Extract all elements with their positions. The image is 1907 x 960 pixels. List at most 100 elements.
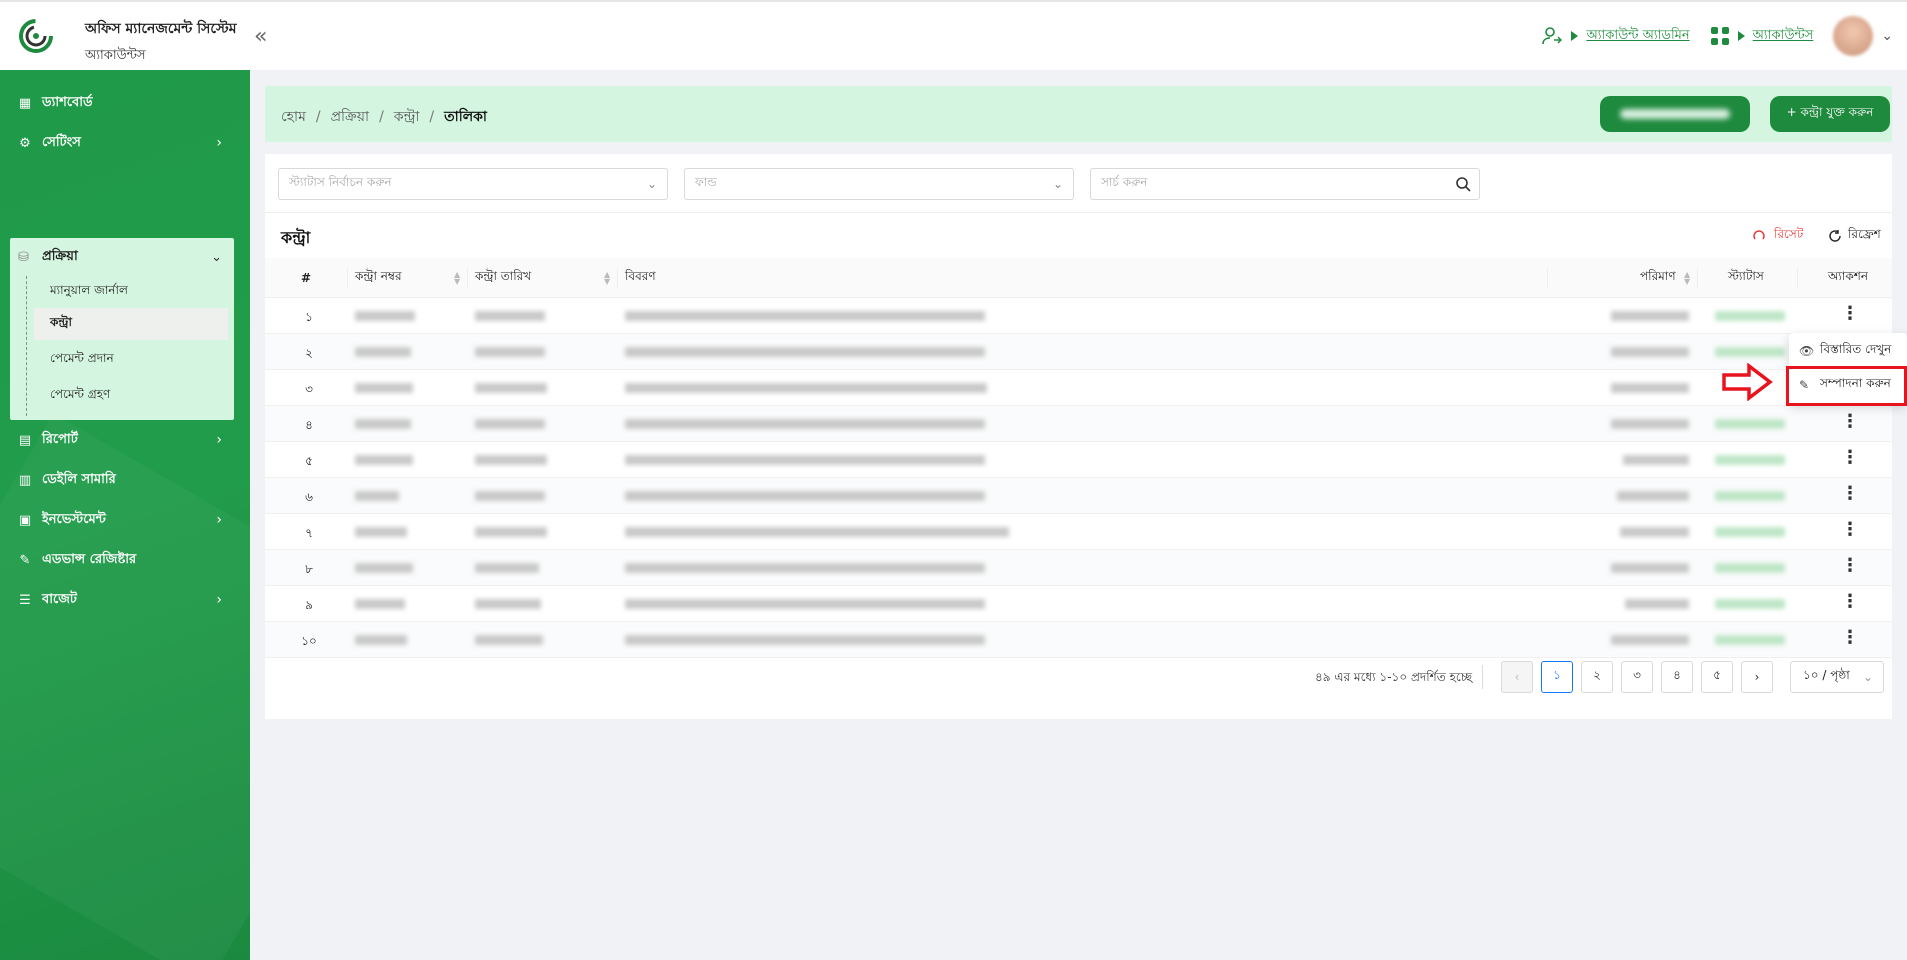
reset-icon bbox=[1753, 230, 1765, 240]
sort-icon[interactable]: ▲ ▼ bbox=[598, 258, 610, 298]
col-divider bbox=[467, 268, 468, 288]
search-input[interactable]: সার্চ করুন bbox=[1090, 168, 1480, 200]
dashboard-icon: ▦ bbox=[18, 95, 32, 111]
redacted-date bbox=[475, 635, 543, 645]
sort-icon[interactable]: ▲ ▼ bbox=[1678, 258, 1690, 298]
more-actions-icon[interactable]: ⋮ bbox=[1841, 521, 1859, 539]
redacted-amount bbox=[1611, 563, 1689, 573]
investment-icon: ▣ bbox=[18, 512, 32, 528]
table-row: ২ bbox=[265, 334, 1892, 370]
redacted-contra-number bbox=[355, 599, 405, 609]
table-header: # কন্ট্রা নম্বর ▲ ▼ কন্ট্রা তারিখ ▲ ▼ বিবর… bbox=[265, 258, 1892, 298]
breadcrumb-home[interactable]: হোম bbox=[281, 109, 306, 125]
fund-select[interactable]: ফান্ড ⌄ bbox=[684, 168, 1074, 200]
redacted-description bbox=[625, 599, 985, 609]
col-description: বিবরণ bbox=[625, 269, 656, 283]
more-actions-icon[interactable]: ⋮ bbox=[1841, 593, 1859, 611]
status-select[interactable]: স্ট্যাটাস নির্বাচন করুন ⌄ bbox=[278, 168, 668, 200]
pointer-arrow-icon bbox=[1722, 363, 1773, 401]
sidebar-subitem-payment-made[interactable]: পেমেন্ট প্রদান bbox=[34, 344, 228, 376]
redacted-date bbox=[475, 599, 541, 609]
collapse-sidebar-icon[interactable]: « bbox=[254, 24, 267, 49]
more-actions-icon[interactable]: ⋮ bbox=[1841, 485, 1859, 503]
sidebar-item-advance-register[interactable]: ✎ এডভান্স রেজিষ্টার bbox=[0, 540, 250, 580]
chevron-down-icon: ⌄ bbox=[646, 177, 657, 191]
sidebar-item-investment[interactable]: ▣ ইনভেস্টমেন্ট › bbox=[0, 500, 250, 540]
more-actions-icon[interactable]: ⋮ bbox=[1841, 629, 1859, 647]
redacted-status bbox=[1715, 635, 1785, 645]
redacted-status bbox=[1715, 563, 1785, 573]
page-button[interactable]: ৪ bbox=[1661, 661, 1693, 693]
redacted-date bbox=[475, 383, 547, 393]
more-actions-icon[interactable]: ⋮ bbox=[1841, 305, 1859, 323]
sidebar-subitem-manual-journal[interactable]: ম্যানুয়াল জার্নাল bbox=[34, 276, 228, 308]
table-row: ৫ ⋮ bbox=[265, 442, 1892, 478]
more-actions-icon[interactable]: ⋮ bbox=[1841, 557, 1859, 575]
account-admin-label: অ্যাকাউন্ট অ্যাডমিন bbox=[1586, 27, 1690, 43]
search-icon[interactable] bbox=[1455, 176, 1471, 192]
reset-button[interactable]: রিসেট bbox=[1752, 226, 1803, 246]
redacted-amount bbox=[1611, 635, 1689, 645]
sidebar-subitem-payment-received[interactable]: পেমেন্ট গ্রহণ bbox=[34, 380, 228, 412]
add-contra-button[interactable]: + কন্ট্রা যুক্ত করুন bbox=[1770, 96, 1890, 132]
page-size-select[interactable]: ১০ / পৃষ্ঠা ⌄ bbox=[1790, 661, 1884, 693]
col-divider bbox=[1697, 268, 1698, 288]
redacted-amount bbox=[1611, 311, 1689, 321]
col-label: কন্ট্রা তারিখ bbox=[475, 269, 532, 283]
table-row: ৬ ⋮ bbox=[265, 478, 1892, 514]
redacted-button[interactable] bbox=[1600, 96, 1750, 132]
breadcrumb-contra[interactable]: কন্ট্রা bbox=[394, 109, 420, 125]
sidebar-item-report[interactable]: ▤ রিপোর্ট › bbox=[0, 420, 250, 460]
app-title: অফিস ম্যানেজমেন্ট সিস্টেম bbox=[85, 21, 237, 37]
breadcrumb-bar: হোম / প্রক্রিয়া / কন্ট্রা / তালিকা + কন্ট্রা … bbox=[265, 86, 1892, 142]
redacted-description bbox=[625, 635, 985, 645]
sidebar-item-process[interactable]: ⛁ প্রক্রিয়া ⌄ bbox=[10, 238, 234, 276]
page-button[interactable]: ২ bbox=[1581, 661, 1613, 693]
col-amount[interactable]: পরিমাণ bbox=[1640, 258, 1676, 298]
table-row: ৯ ⋮ bbox=[265, 586, 1892, 622]
row-number: ৩ bbox=[305, 382, 313, 396]
col-action: অ্যাকশন bbox=[1828, 269, 1869, 283]
sort-icon[interactable]: ▲ ▼ bbox=[448, 258, 460, 298]
col-status: স্ট্যাটাস bbox=[1728, 269, 1764, 283]
sidebar-item-label: রিপোর্ট bbox=[42, 431, 78, 447]
sidebar-subitem-contra[interactable]: কন্ট্রা bbox=[34, 308, 228, 340]
redacted-status bbox=[1715, 419, 1785, 429]
caret-right-icon bbox=[1571, 31, 1579, 41]
row-number: ২ bbox=[305, 346, 313, 360]
summary-icon: ▥ bbox=[18, 472, 32, 488]
sidebar-item-daily-summary[interactable]: ▥ ডেইলি সামারি bbox=[0, 460, 250, 500]
sidebar-item-settings[interactable]: ⚙ সেটিংস › bbox=[0, 123, 250, 163]
user-avatar[interactable] bbox=[1833, 16, 1874, 56]
sidebar: ▦ ড্যাশবোর্ড ⚙ সেটিংস › ⛁ প্রক্রিয়া ⌄ ম… bbox=[0, 70, 250, 960]
redacted-description bbox=[625, 527, 1009, 537]
page-button[interactable]: ৩ bbox=[1621, 661, 1653, 693]
redacted-contra-number bbox=[355, 635, 407, 645]
prev-page-button[interactable]: ‹ bbox=[1501, 661, 1533, 693]
row-number: ৫ bbox=[305, 454, 313, 468]
caret-right-icon bbox=[1737, 31, 1745, 41]
sidebar-item-budget[interactable]: ☰ বাজেট › bbox=[0, 580, 250, 620]
redacted-contra-number bbox=[355, 491, 399, 501]
account-admin-link[interactable]: অ্যাকাউন্ট অ্যাডমিন bbox=[1541, 25, 1690, 47]
page-button[interactable]: ৫ bbox=[1701, 661, 1733, 693]
more-actions-icon[interactable]: ⋮ bbox=[1841, 413, 1859, 431]
view-details-menu-item[interactable]: 👁 বিস্তারিত দেখুন bbox=[1789, 335, 1907, 367]
breadcrumb-process[interactable]: প্রক্রিয়া bbox=[331, 109, 369, 125]
col-contra-date[interactable]: কন্ট্রা তারিখ bbox=[475, 258, 531, 298]
chevron-down-icon[interactable]: ⌄ bbox=[1881, 28, 1893, 44]
page-button[interactable]: ১ bbox=[1541, 661, 1573, 693]
refresh-button[interactable]: রিফ্রেশ bbox=[1828, 226, 1881, 246]
col-contra-number[interactable]: কন্ট্রা নম্বর bbox=[355, 258, 402, 298]
redacted-contra-number bbox=[355, 563, 413, 573]
apps-grid-icon bbox=[1710, 27, 1729, 45]
next-page-button[interactable]: › bbox=[1741, 661, 1773, 693]
chevron-right-icon: › bbox=[216, 135, 222, 151]
redacted-amount bbox=[1623, 455, 1689, 465]
chevron-right-icon: › bbox=[216, 592, 222, 608]
row-number: ৯ bbox=[305, 598, 313, 612]
accounts-link[interactable]: অ্যাকাউন্টস bbox=[1710, 26, 1813, 47]
sidebar-item-dashboard[interactable]: ▦ ড্যাশবোর্ড bbox=[0, 83, 250, 123]
search-placeholder: সার্চ করুন bbox=[1101, 175, 1148, 189]
more-actions-icon[interactable]: ⋮ bbox=[1841, 449, 1859, 467]
